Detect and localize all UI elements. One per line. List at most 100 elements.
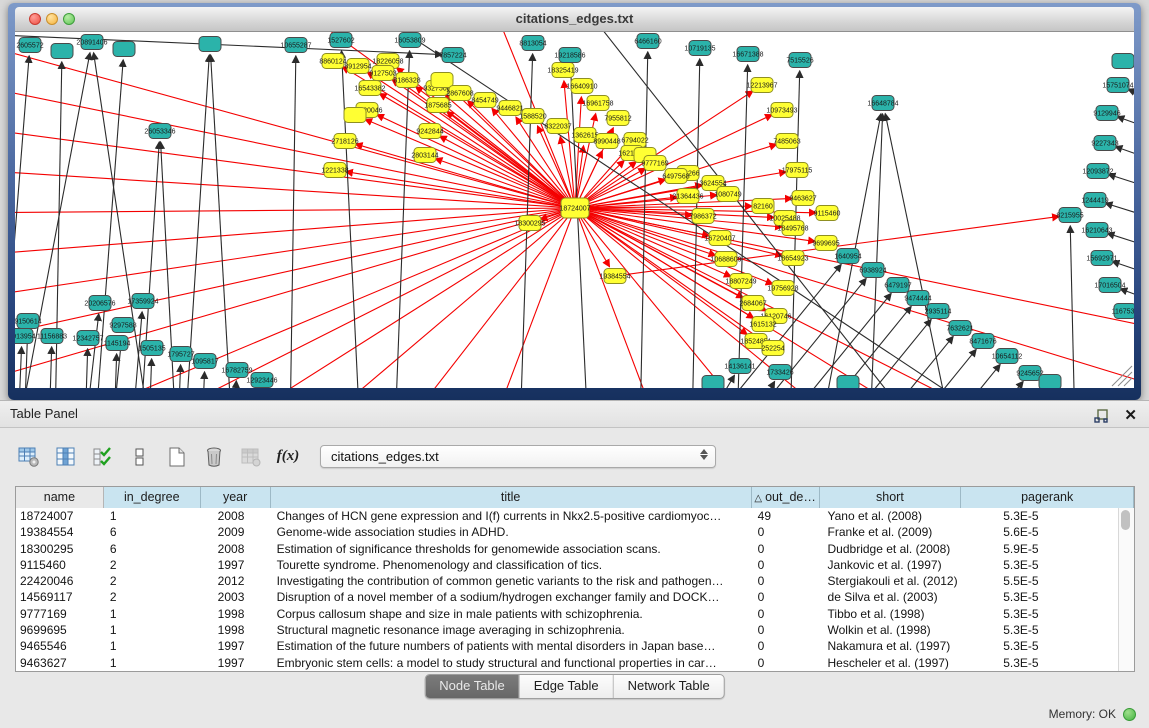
network-graph[interactable]: 1872400718300295193845548860124891295418… [15, 32, 1134, 388]
network-node[interactable] [51, 44, 73, 59]
network-node[interactable]: 1080749 [714, 187, 741, 202]
network-edge[interactable] [1117, 117, 1134, 141]
vertical-scrollbar[interactable] [1118, 508, 1134, 671]
column-header-out_degree[interactable]: △out_de… [752, 487, 820, 508]
network-node[interactable]: 252254 [761, 341, 784, 356]
network-node[interactable]: 2605572 [16, 38, 43, 53]
memory-status-indicator[interactable] [1123, 708, 1136, 721]
network-node[interactable]: 8186328 [393, 73, 420, 88]
function-builder-icon[interactable]: f(x) [277, 446, 299, 468]
table-row[interactable]: 1456911722003Disruption of a novel membe… [16, 589, 1134, 605]
network-node[interactable]: 1221338 [321, 163, 348, 178]
network-node[interactable]: 2684067 [739, 296, 766, 311]
network-node[interactable]: 12213967 [746, 78, 777, 93]
float-panel-icon[interactable] [1090, 405, 1112, 427]
network-node[interactable]: 15751074 [1102, 78, 1133, 93]
network-edge[interactable] [808, 320, 931, 388]
network-edge[interactable] [640, 52, 648, 388]
network-node[interactable]: 6466160 [634, 34, 661, 49]
network-node[interactable]: 8860124 [319, 54, 346, 69]
network-node[interactable]: 16961758 [582, 96, 613, 111]
network-node[interactable]: 7485063 [773, 134, 800, 149]
canvas-resize-grip[interactable] [1112, 366, 1132, 386]
network-node[interactable]: 17359924 [127, 294, 158, 309]
network-node[interactable]: 19218586 [554, 48, 585, 63]
table-row[interactable]: 1830029562008Estimation of significance … [16, 541, 1134, 557]
network-node[interactable]: 12923446 [246, 373, 277, 388]
network-node[interactable]: 19756928 [767, 281, 798, 296]
network-node[interactable]: 17975115 [782, 163, 813, 178]
network-nodes[interactable]: 1872400718300295193845548860124891295418… [15, 33, 1134, 389]
network-edge[interactable] [211, 55, 232, 388]
column-header-name[interactable]: name [16, 487, 104, 508]
network-node[interactable]: 1095817 [191, 354, 218, 369]
table-row[interactable]: 977716911998Corpus callosum shape and si… [16, 606, 1134, 622]
network-node[interactable]: 19384554 [599, 269, 630, 284]
network-node[interactable]: 9227343 [1091, 136, 1118, 151]
table-selector-dropdown[interactable]: citations_edges.txt [320, 445, 716, 468]
network-node[interactable] [113, 42, 135, 57]
network-edge[interactable] [15, 169, 575, 208]
network-edge[interactable] [49, 347, 52, 388]
network-node[interactable]: 1244419 [1081, 193, 1108, 208]
network-node[interactable]: 9242844 [416, 124, 443, 139]
network-node[interactable]: 6479197 [884, 278, 911, 293]
network-edge[interactable] [494, 208, 575, 388]
network-node[interactable]: 20891406 [76, 35, 107, 50]
network-node[interactable]: 6497568 [662, 169, 689, 184]
network-node[interactable]: 1733426 [766, 365, 793, 380]
network-edge[interactable] [745, 382, 775, 388]
network-node[interactable]: 7986372 [689, 209, 716, 224]
network-node[interactable] [1112, 54, 1134, 69]
network-edge[interactable] [178, 365, 181, 388]
network-node[interactable]: 8215955 [1056, 208, 1083, 223]
table-mode-icon[interactable] [18, 446, 40, 468]
table-row[interactable]: 1938455462009Genome-wide association stu… [16, 524, 1134, 540]
network-node[interactable]: 17016504 [1094, 278, 1125, 293]
network-node[interactable]: 21364436 [672, 189, 703, 204]
network-edge[interactable] [1108, 174, 1134, 199]
tab-node-table[interactable]: Node Table [425, 675, 520, 698]
network-edge[interactable] [18, 347, 22, 388]
network-node[interactable]: 1167533 [1112, 304, 1134, 319]
row-height-icon[interactable] [129, 446, 151, 468]
network-node[interactable]: 18654923 [777, 251, 808, 266]
show-columns-icon[interactable] [55, 446, 77, 468]
network-node[interactable] [344, 108, 366, 123]
network-edge[interactable] [395, 51, 410, 388]
network-edge[interactable] [15, 208, 575, 346]
table-row[interactable]: 2242004622012Investigating the contribut… [16, 573, 1134, 589]
network-node[interactable] [199, 37, 221, 52]
network-edge[interactable] [114, 354, 117, 388]
network-node[interactable]: 9297588 [109, 318, 136, 333]
network-node[interactable]: 12093872 [1082, 164, 1113, 179]
network-node[interactable]: 10688609 [710, 252, 741, 267]
network-node[interactable]: 18300295 [514, 216, 545, 231]
network-node[interactable]: 8912954 [344, 59, 371, 74]
close-panel-icon[interactable]: ✕ [1124, 407, 1137, 425]
network-node[interactable]: 16671388 [732, 47, 763, 62]
network-node[interactable]: 18495768 [777, 221, 808, 236]
network-node[interactable]: 16782759 [221, 363, 252, 378]
network-node[interactable]: 10719135 [684, 41, 715, 56]
network-node[interactable]: 3913954 [15, 329, 36, 344]
network-node[interactable]: 9463627 [789, 191, 816, 206]
network-node[interactable] [702, 376, 724, 389]
network-node[interactable]: 8322037 [544, 119, 571, 134]
network-edge[interactable] [1106, 203, 1134, 228]
network-node[interactable]: 2718126 [331, 134, 358, 149]
table-row[interactable]: 969969511998Structural magnetic resonanc… [16, 622, 1134, 638]
network-edge[interactable] [900, 382, 1023, 388]
network-node[interactable]: 82160 [752, 199, 774, 214]
network-edge[interactable] [571, 66, 588, 388]
network-node[interactable]: 1588520 [519, 109, 546, 124]
network-node[interactable]: 9129946 [1093, 106, 1120, 121]
network-node[interactable]: 1527602 [327, 33, 354, 48]
network-node[interactable]: 16720407 [704, 231, 735, 246]
network-node[interactable]: 16648784 [867, 96, 898, 111]
network-node[interactable] [837, 376, 859, 389]
network-node[interactable]: 16543382 [354, 81, 385, 96]
network-node[interactable]: 7955812 [604, 111, 631, 126]
network-node[interactable] [431, 73, 453, 88]
network-edge[interactable] [290, 56, 296, 388]
